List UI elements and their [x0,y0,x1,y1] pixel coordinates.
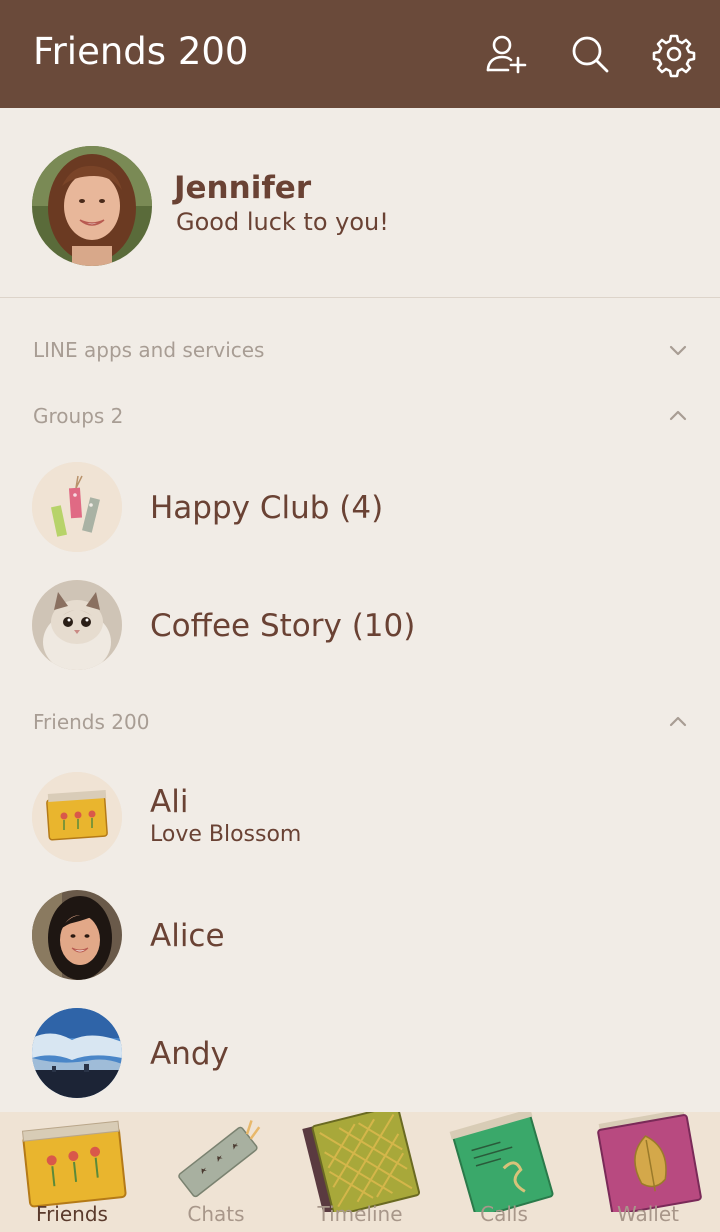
friends-book-icon [0,1112,144,1212]
avatar[interactable] [32,146,152,266]
timeline-book-icon [288,1104,432,1219]
section-line-apps[interactable]: LINE apps and services [0,320,720,380]
section-label: Friends 200 [33,710,150,734]
friend-avatar [32,890,122,980]
chevron-up-icon[interactable] [668,406,688,426]
chevron-down-icon[interactable] [668,340,688,360]
tab-label: Friends [36,1202,108,1226]
profile-status-message: Good luck to you! [176,208,389,236]
tab-label: Timeline [317,1202,403,1226]
group-name: Coffee Story (10) [150,608,416,644]
section-label: LINE apps and services [33,338,265,362]
friend-name: Ali [150,784,189,820]
profile-name: Jennifer [174,170,312,206]
add-friend-icon[interactable] [482,30,530,78]
friend-name: Alice [150,918,225,954]
page-title: Friends 200 [33,30,249,73]
section-friends[interactable]: Friends 200 [0,692,720,752]
group-avatar [32,462,122,552]
list-item-friend[interactable]: Ali Love Blossom [0,758,720,876]
list-item-friend[interactable]: Alice [0,876,720,994]
group-avatar [32,580,122,670]
tab-chats[interactable]: Chats [144,1112,288,1232]
list-item-group[interactable]: Coffee Story (10) [0,566,720,684]
wallet-book-icon [576,1109,720,1216]
tab-label: Calls [480,1202,528,1226]
tab-timeline[interactable]: Timeline [288,1104,432,1232]
tab-wallet[interactable]: Wallet [576,1109,720,1232]
chevron-up-icon[interactable] [668,712,688,732]
friend-status-message: Love Blossom [150,822,302,847]
section-groups[interactable]: Groups 2 [0,386,720,446]
section-label: Groups 2 [33,404,124,428]
search-icon[interactable] [566,30,614,78]
tab-label: Chats [187,1202,245,1226]
group-name: Happy Club (4) [150,490,384,526]
bottom-tab-bar: Friends Chats Timeline Calls Wallet [0,1104,720,1232]
tab-label: Wallet [616,1202,679,1226]
list-item-friend[interactable]: Andy [0,994,720,1112]
settings-gear-icon[interactable] [650,30,698,78]
calls-book-icon [432,1108,576,1219]
my-profile[interactable]: Jennifer Good luck to you! [0,108,720,298]
tab-friends[interactable]: Friends [0,1112,144,1232]
chats-bookmark-icon [144,1112,288,1212]
list-item-group[interactable]: Happy Club (4) [0,448,720,566]
friend-avatar [32,1008,122,1098]
friend-avatar [32,772,122,862]
app-header: Friends 200 [0,0,720,108]
tab-calls[interactable]: Calls [432,1108,576,1232]
friend-name: Andy [150,1036,229,1072]
